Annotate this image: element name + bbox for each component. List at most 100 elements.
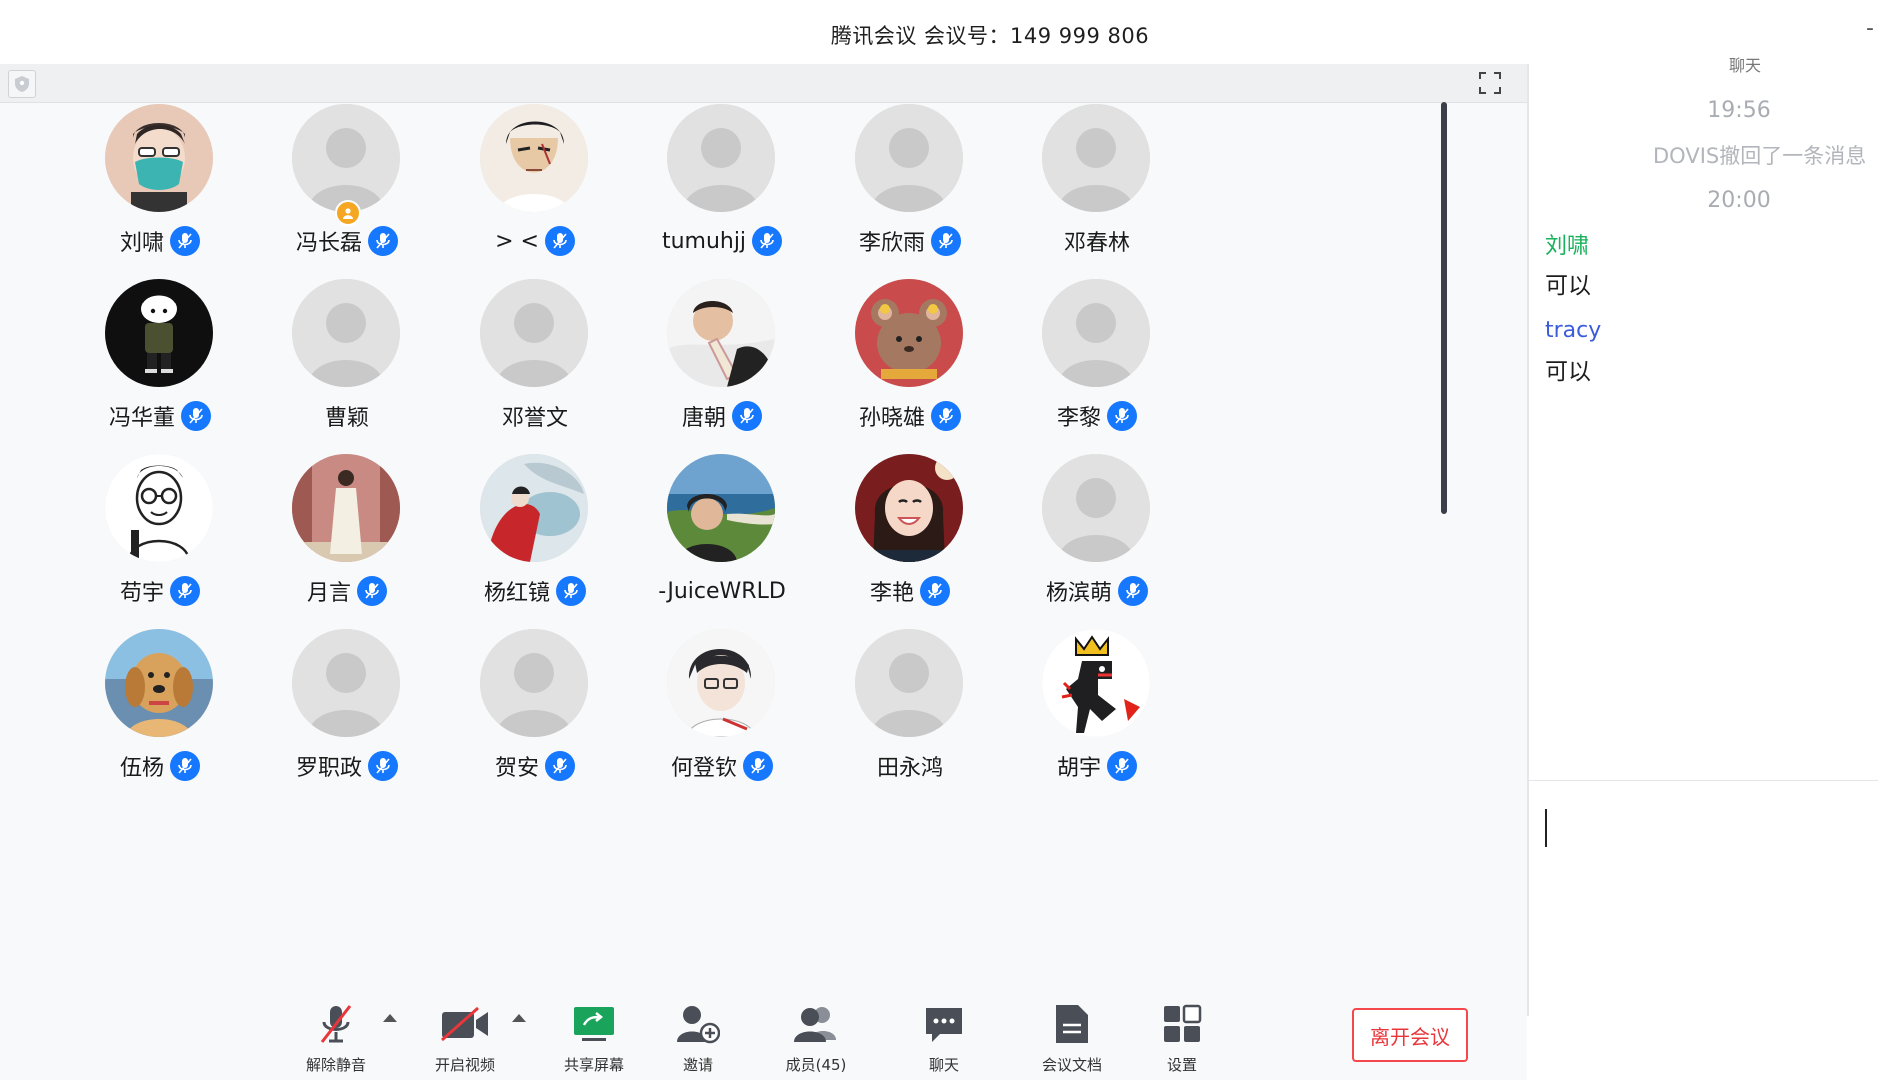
camera-off-icon [410,1000,520,1048]
meeting-title: 腾讯会议 会议号：149 999 806 [830,24,1150,48]
participant-name: 伍杨 [119,756,164,781]
participant-tile[interactable]: 月言 [237,454,457,644]
participant-tile[interactable]: 冯长磊 [237,104,457,294]
avatar [480,104,588,212]
members-button[interactable]: 成员(45) [761,996,871,1080]
avatar [105,629,213,737]
participant-label: 唐朝 [612,399,832,433]
audio-options-caret-icon[interactable] [383,1014,397,1022]
avatar [480,279,588,387]
chat-timestamp: 19:56 [1707,98,1771,123]
grid-scrollbar[interactable] [1441,102,1447,514]
settings-button[interactable]: 设置 [1127,996,1237,1080]
mic-muted-icon [170,226,200,256]
participant-label: 李黎 [987,399,1207,433]
chat-message-text: 可以 [1545,273,1591,299]
document-icon [1017,1000,1127,1048]
avatar [292,104,400,212]
chat-sender[interactable]: 刘啸 [1545,228,1589,260]
participant-name: tumuhjj [661,228,747,254]
participant-label: 杨滨萌 [987,574,1207,608]
participant-label: 邓春林 [987,224,1207,258]
participant-name: 苟宇 [119,581,164,606]
chat-sender[interactable]: tracy [1545,318,1601,343]
mic-muted-icon [170,751,200,781]
participant-name: 田永鸿 [876,756,943,781]
participant-name: 何登钦 [670,756,737,781]
invite-button[interactable]: 邀请 [643,996,753,1080]
mic-muted-icon [1118,576,1148,606]
leave-meeting-button[interactable]: 离开会议 [1352,1008,1468,1062]
participant-name: 李艳 [869,581,914,606]
participant-tile[interactable]: 唐朝 [612,279,832,469]
title-bar: 腾讯会议 会议号：149 999 806 - [0,0,1878,65]
start-video-button[interactable]: 开启视频 [410,996,520,1080]
participant-tile[interactable]: 李黎 [987,279,1207,469]
members-label: 成员(45) [785,1056,847,1074]
participant-tile[interactable]: 何登钦 [612,629,832,819]
participant-name: 李黎 [1056,406,1101,431]
participant-label: 曹颖 [237,399,457,433]
participant-name: 杨红镜 [483,581,550,606]
mic-muted-icon [931,226,961,256]
participant-name: 李欣雨 [858,231,925,256]
meeting-docs-button[interactable]: 会议文档 [1017,996,1127,1080]
mic-muted-icon [368,226,398,256]
participant-name: 孙晓雄 [858,406,925,431]
participant-name: 胡宇 [1056,756,1101,781]
participant-tile[interactable]: 胡宇 [987,629,1207,819]
settings-label: 设置 [1166,1056,1197,1074]
share-screen-button[interactable]: 共享屏幕 [539,996,649,1080]
meeting-docs-label: 会议文档 [1041,1056,1102,1074]
avatar [855,104,963,212]
participant-name: 冯长磊 [295,231,362,256]
participant-name: 贺安 [494,756,539,781]
avatar [292,454,400,562]
mic-muted-icon [368,751,398,781]
avatar [667,454,775,562]
mic-muted-icon [357,576,387,606]
participant-label: tumuhjj [612,224,832,258]
chat-system-message: DOVIS撤回了一条消息 [1653,144,1867,168]
avatar [292,279,400,387]
invite-label: 邀请 [682,1056,713,1074]
participant-name: 邓春林 [1063,231,1130,256]
avatar [1042,629,1150,737]
chat-input[interactable] [1529,781,1878,1016]
chat-message-text: 可以 [1545,359,1591,385]
avatar [855,629,963,737]
video-options-caret-icon[interactable] [512,1014,526,1022]
host-badge-icon [335,200,361,226]
mic-muted-icon [181,401,211,431]
participant-tile[interactable]: -JuiceWRLD [612,454,832,644]
avatar [480,629,588,737]
mic-off-icon [281,1000,391,1048]
mic-muted-icon [743,751,773,781]
video-area: 刘啸 冯长磊 > < tumuhjj 李欣雨 邓春林 冯华董 曹颖 邓誉文 唐朝 孙晓雄 李黎 苟宇 月言… [0,64,1527,1080]
participant-tile[interactable]: 曹颖 [237,279,457,469]
participant-tile[interactable]: 邓春林 [987,104,1207,294]
mic-muted-icon [920,576,950,606]
participant-label: 何登钦 [612,749,832,783]
avatar [105,104,213,212]
participant-label: 罗职政 [237,749,457,783]
mic-muted-icon [544,226,575,256]
unmute-button[interactable]: 解除静音 [281,996,391,1080]
participant-tile[interactable]: tumuhjj [612,104,832,294]
chat-timestamp: 20:00 [1707,188,1771,213]
avatar [667,279,775,387]
participant-grid: 刘啸 冯长磊 > < tumuhjj 李欣雨 邓春林 冯华董 曹颖 邓誉文 唐朝 孙晓雄 李黎 苟宇 月言… [0,64,1527,924]
participant-tile[interactable]: 杨滨萌 [987,454,1207,644]
mic-muted-icon [556,576,586,606]
chat-button[interactable]: 聊天 [889,996,999,1080]
minimize-glyph[interactable]: - [1866,16,1874,41]
chat-panel-title: 聊天 [1729,56,1762,75]
participant-tile[interactable]: 罗职政 [237,629,457,819]
avatar [855,279,963,387]
avatar [1042,104,1150,212]
participant-name: 月言 [306,581,351,606]
text-cursor [1545,809,1547,847]
participant-name: 冯华董 [108,406,175,431]
chat-bubble-icon [889,1000,999,1048]
add-user-icon [643,1000,753,1048]
